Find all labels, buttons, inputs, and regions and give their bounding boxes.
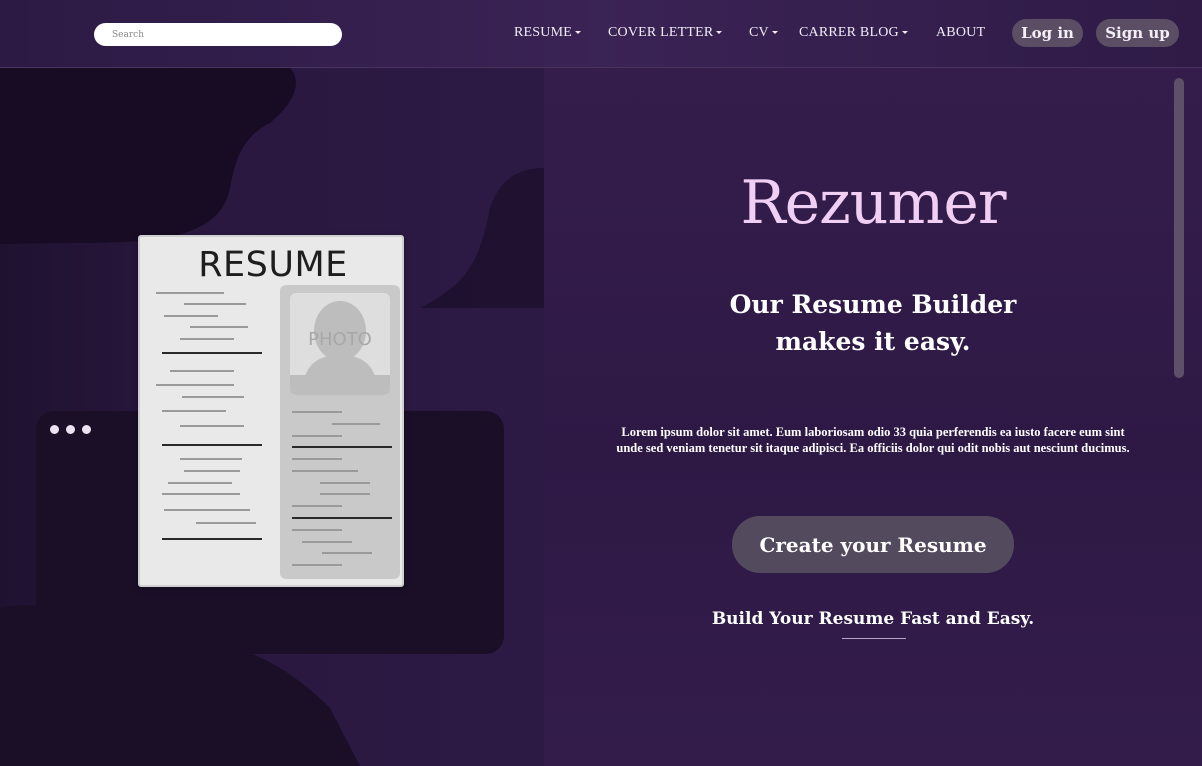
resume-illustration: RESUME PHOTO xyxy=(138,235,404,587)
window-dot-icon xyxy=(66,425,75,434)
text-line xyxy=(322,552,372,554)
section-divider xyxy=(162,538,262,540)
hero-headline-line2: makes it easy. xyxy=(775,327,971,356)
nav-about-label: ABOUT xyxy=(936,25,986,40)
nav-about-link[interactable]: ABOUT xyxy=(936,25,985,41)
window-dot-icon xyxy=(82,425,91,434)
text-line xyxy=(184,470,240,472)
resume-illustration-title: RESUME xyxy=(198,245,348,285)
text-line xyxy=(170,370,234,372)
text-line xyxy=(292,564,342,566)
hero-tagline: Build Your Resume Fast and Easy. xyxy=(711,609,1035,629)
photo-placeholder: PHOTO xyxy=(290,293,390,395)
nav-resume-dropdown[interactable]: RESUME xyxy=(514,25,581,41)
text-line xyxy=(332,423,380,425)
text-line xyxy=(180,338,234,340)
text-line xyxy=(156,292,224,294)
chevron-down-icon xyxy=(575,31,581,35)
text-line xyxy=(156,384,234,386)
hero-description-line2: unde sed veniam tenetur sit itaque adipi… xyxy=(616,441,1130,455)
text-line xyxy=(180,425,244,427)
nav-career-blog-label: CARRER BLOG xyxy=(799,25,899,40)
hero-panel: Rezumer Our Resume Builder makes it easy… xyxy=(544,68,1202,766)
text-line xyxy=(320,493,370,495)
section-divider xyxy=(162,352,262,354)
search-input[interactable] xyxy=(94,23,342,46)
text-line xyxy=(292,505,342,507)
text-line xyxy=(196,522,256,524)
text-line xyxy=(182,396,244,398)
nav-career-blog-dropdown[interactable]: CARRER BLOG xyxy=(799,25,908,41)
chevron-down-icon xyxy=(901,31,908,35)
nav-cv-label: CV xyxy=(749,25,769,40)
nav-cover-letter-label: COVER LETTER xyxy=(608,25,714,40)
resume-photo-column: PHOTO xyxy=(280,285,400,579)
text-line xyxy=(320,482,370,484)
text-line xyxy=(292,411,342,413)
login-button[interactable]: Log in xyxy=(1012,19,1083,47)
chevron-down-icon xyxy=(716,31,723,35)
window-dot-icon xyxy=(50,425,59,434)
text-line xyxy=(184,303,246,305)
text-line xyxy=(162,493,240,495)
create-resume-button[interactable]: Create your Resume xyxy=(732,516,1014,573)
signup-button[interactable]: Sign up xyxy=(1096,19,1179,47)
section-divider xyxy=(292,517,392,519)
text-line xyxy=(292,458,342,460)
text-line xyxy=(168,482,232,484)
text-line xyxy=(164,315,218,317)
text-line xyxy=(162,410,226,412)
illustration-panel: RESUME PHOTO xyxy=(0,68,544,766)
brand-logo: Rezumer xyxy=(740,168,1006,238)
text-line xyxy=(180,458,242,460)
section-divider xyxy=(292,446,392,448)
hero-description: Lorem ipsum dolor sit amet. Eum laborios… xyxy=(596,424,1150,456)
hero-headline: Our Resume Builder makes it easy. xyxy=(544,286,1202,360)
text-line xyxy=(292,435,342,437)
tagline-underline xyxy=(842,638,906,639)
text-line xyxy=(292,470,358,472)
text-line xyxy=(292,529,342,531)
text-line xyxy=(190,326,248,328)
section-divider xyxy=(162,444,262,446)
window-controls xyxy=(50,425,91,434)
nav-cv-dropdown[interactable]: CV xyxy=(749,25,778,41)
nav-resume-label: RESUME xyxy=(514,25,572,40)
top-navbar: RESUME COVER LETTER CV CARRER BLOG ABOUT… xyxy=(0,0,1202,68)
chevron-down-icon xyxy=(771,31,778,35)
text-line xyxy=(302,541,352,543)
text-line xyxy=(164,509,250,511)
photo-label: PHOTO xyxy=(308,329,372,350)
hero-headline-line1: Our Resume Builder xyxy=(729,290,1017,319)
nav-cover-letter-dropdown[interactable]: COVER LETTER xyxy=(608,25,723,41)
hero-description-line1: Lorem ipsum dolor sit amet. Eum laborios… xyxy=(621,425,1125,439)
